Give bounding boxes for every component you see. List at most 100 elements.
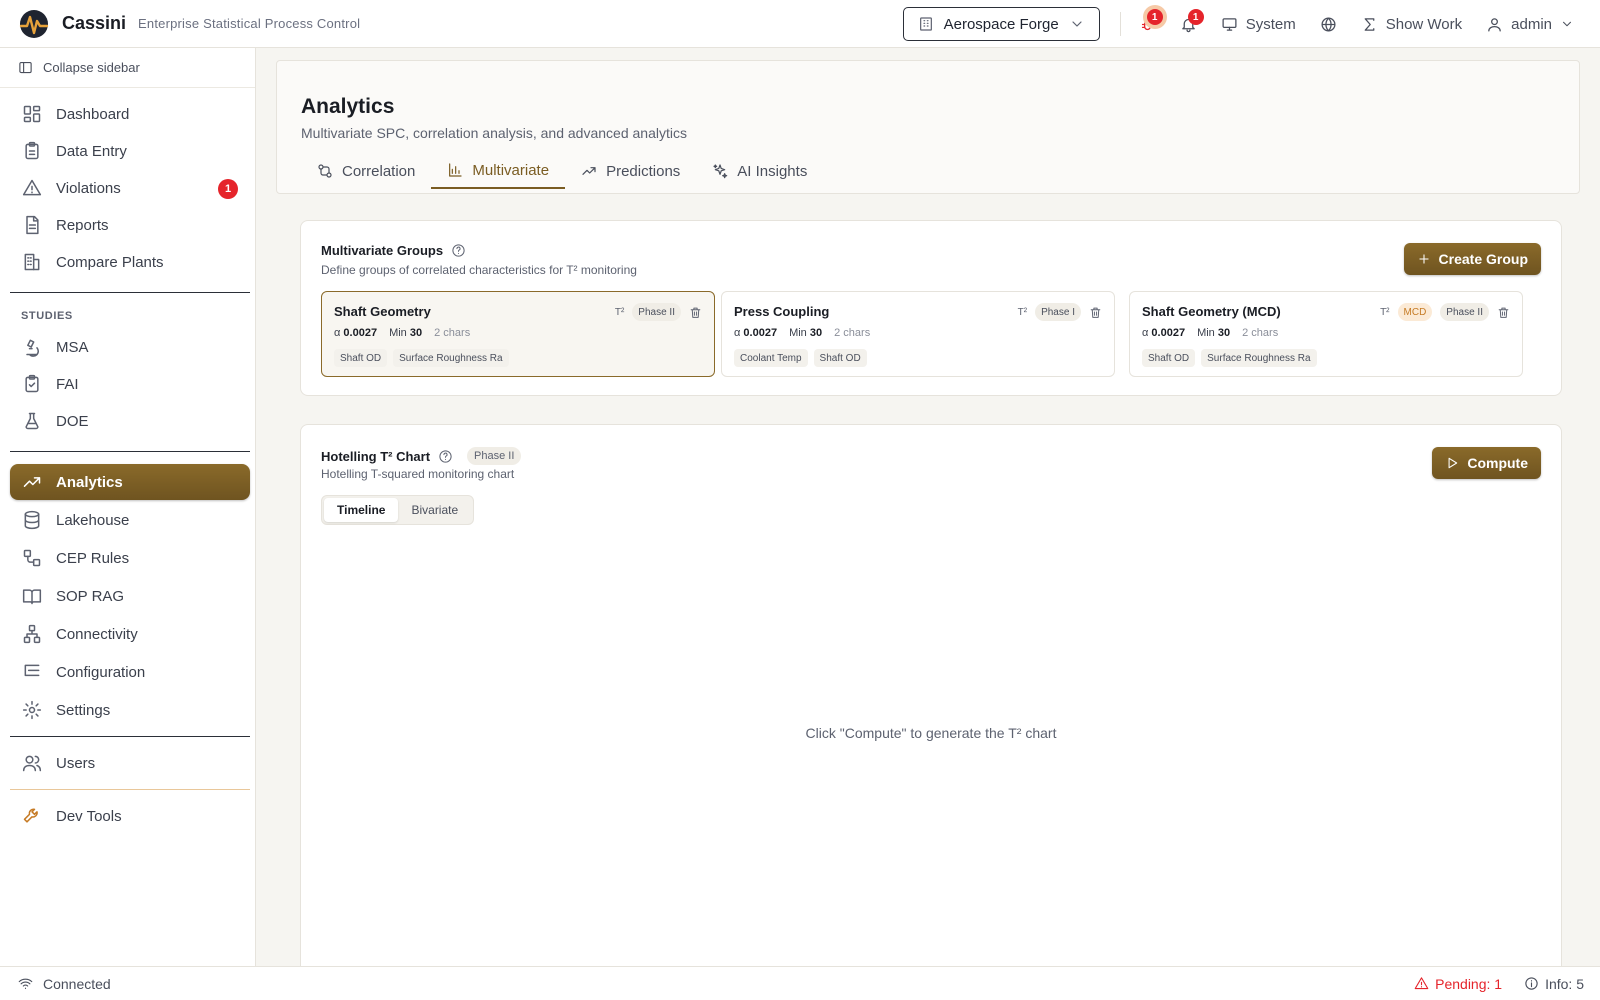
- chars-count: 2 chars: [834, 327, 871, 339]
- min-samples: Min 30: [389, 327, 423, 339]
- sidebar-item-doe[interactable]: DOE: [10, 404, 250, 438]
- collapse-sidebar-label: Collapse sidebar: [43, 60, 140, 75]
- main-content: Analytics Multivariate SPC, correlation …: [256, 48, 1600, 966]
- compute-label: Compute: [1467, 455, 1528, 471]
- group-card-shaft-geometry-mcd[interactable]: Shaft Geometry (MCD) T² MCD Phase II α 0…: [1129, 291, 1523, 377]
- collapse-sidebar-button[interactable]: Collapse sidebar: [0, 48, 255, 88]
- alert-triangle-icon: [22, 179, 42, 196]
- sidebar-item-data-entry[interactable]: Data Entry: [10, 134, 250, 168]
- tab-ai-insights[interactable]: AI Insights: [696, 153, 823, 189]
- trash-icon[interactable]: [1497, 306, 1510, 319]
- sidebar-item-fai[interactable]: FAI: [10, 367, 250, 401]
- group-name: Shaft Geometry: [334, 304, 431, 319]
- sidebar-divider: [10, 451, 250, 452]
- tab-correlation[interactable]: Correlation: [301, 153, 431, 189]
- plus-icon: [1418, 254, 1429, 264]
- sigma-icon: [1364, 17, 1375, 31]
- tab-multivariate[interactable]: Multivariate: [431, 153, 566, 189]
- view-toggle: Timeline Bivariate: [321, 495, 475, 525]
- show-work-button[interactable]: Show Work: [1349, 7, 1474, 41]
- building-icon: [24, 253, 40, 271]
- connection-status: Connected: [0, 976, 111, 992]
- sidebar-item-label: DOE: [56, 412, 89, 430]
- group-name: Press Coupling: [734, 304, 830, 319]
- min-samples: Min 30: [1197, 327, 1231, 339]
- sidebar-item-cep-rules[interactable]: CEP Rules: [10, 541, 250, 575]
- sidebar-item-label: Reports: [56, 216, 109, 234]
- network-icon: [23, 624, 41, 644]
- group-card-press-coupling[interactable]: Press Coupling T² Phase I α 0.0027 Min 3…: [721, 291, 1115, 377]
- user-menu[interactable]: admin: [1474, 7, 1586, 41]
- phase-badge: Phase II: [467, 447, 522, 465]
- chars-count: 2 chars: [434, 327, 471, 339]
- notifications-button[interactable]: 1: [1168, 7, 1209, 41]
- sidebar-item-sop-rag[interactable]: SOP RAG: [10, 579, 250, 613]
- analytics-tabs: Correlation Multivariate Predictions AI …: [301, 153, 823, 189]
- alerts-button[interactable]: 1: [1127, 7, 1168, 41]
- violations-badge: 1: [218, 179, 238, 199]
- characteristic-chip: Surface Roughness Ra: [1201, 349, 1317, 367]
- system-button[interactable]: System: [1209, 7, 1308, 41]
- file-text-icon: [26, 215, 39, 235]
- app-subtitle: Enterprise Statistical Process Control: [138, 16, 361, 31]
- sidebar-item-settings[interactable]: Settings: [10, 693, 250, 727]
- page-title: Analytics: [301, 95, 395, 118]
- sidebar-divider: [10, 736, 250, 737]
- sidebar-item-configuration[interactable]: Configuration: [10, 655, 250, 689]
- page-header: Analytics Multivariate SPC, correlation …: [276, 60, 1580, 194]
- cassini-logo-icon[interactable]: [18, 8, 50, 40]
- sidebar-item-label: Dev Tools: [56, 807, 122, 825]
- tab-label: AI Insights: [737, 162, 808, 180]
- chevron-down-icon: [1562, 21, 1572, 27]
- alpha-value: α 0.0027: [734, 327, 778, 339]
- sparkles-icon: [713, 164, 728, 179]
- sidebar-item-compare-plants[interactable]: Compare Plants: [10, 245, 250, 279]
- trash-icon[interactable]: [689, 306, 702, 319]
- info-status[interactable]: Info: 5: [1524, 976, 1584, 992]
- sidebar-item-users[interactable]: Users: [10, 746, 250, 780]
- tab-predictions[interactable]: Predictions: [565, 153, 696, 189]
- sidebar-item-violations[interactable]: Violations 1: [10, 171, 250, 205]
- t2-title-text: Hotelling T² Chart: [321, 448, 431, 464]
- plant-selector[interactable]: Aerospace Forge: [902, 7, 1100, 41]
- header-divider: [1119, 12, 1121, 36]
- phase-badge: Phase II: [632, 303, 681, 321]
- sidebar-item-lakehouse[interactable]: Lakehouse: [10, 503, 250, 537]
- sidebar-item-label: Connectivity: [56, 625, 138, 643]
- tab-label: Multivariate: [472, 161, 550, 179]
- sidebar-divider: [10, 292, 250, 293]
- layout-grid-icon: [23, 105, 41, 123]
- compute-button[interactable]: Compute: [1432, 447, 1541, 479]
- sidebar-item-dashboard[interactable]: Dashboard: [10, 97, 250, 131]
- sidebar-item-label: Compare Plants: [56, 253, 164, 271]
- sidebar-item-label: Users: [56, 754, 96, 772]
- language-button[interactable]: [1308, 7, 1349, 41]
- group-card-shaft-geometry[interactable]: Shaft Geometry T² Phase II α 0.0027 Min …: [321, 291, 715, 377]
- sidebar-item-reports[interactable]: Reports: [10, 208, 250, 242]
- notifications-badge: 1: [1187, 9, 1204, 25]
- users-icon: [22, 755, 42, 772]
- sidebar-item-msa[interactable]: MSA: [10, 330, 250, 364]
- list-tree-icon: [24, 664, 40, 677]
- play-icon: [1448, 457, 1458, 469]
- sidebar-item-analytics[interactable]: Analytics: [10, 464, 250, 500]
- alpha-value: α 0.0027: [1142, 327, 1186, 339]
- microscope-icon: [26, 339, 40, 357]
- sidebar-item-connectivity[interactable]: Connectivity: [10, 617, 250, 651]
- view-timeline-button[interactable]: Timeline: [324, 498, 399, 522]
- trending-up-icon: [23, 477, 41, 487]
- create-group-button[interactable]: Create Group: [1403, 243, 1541, 275]
- help-circle-icon[interactable]: [438, 449, 453, 464]
- trash-icon[interactable]: [1089, 306, 1102, 319]
- clipboard-icon: [25, 141, 39, 160]
- pending-status[interactable]: Pending: 1: [1414, 976, 1502, 992]
- sidebar-item-label: Lakehouse: [56, 511, 130, 529]
- t2-card-title: Hotelling T² Chart Phase II: [321, 447, 522, 465]
- hotelling-t2-card: Hotelling T² Chart Phase II Hotelling T-…: [300, 424, 1562, 966]
- sidebar-item-dev-tools[interactable]: Dev Tools: [10, 799, 250, 833]
- sidebar-item-label: Data Entry: [56, 142, 127, 160]
- view-bivariate-button[interactable]: Bivariate: [398, 498, 471, 522]
- empty-chart-message: Click "Compute" to generate the T² chart: [805, 725, 1057, 741]
- studies-heading: STUDIES: [21, 310, 73, 322]
- help-circle-icon[interactable]: [451, 243, 466, 258]
